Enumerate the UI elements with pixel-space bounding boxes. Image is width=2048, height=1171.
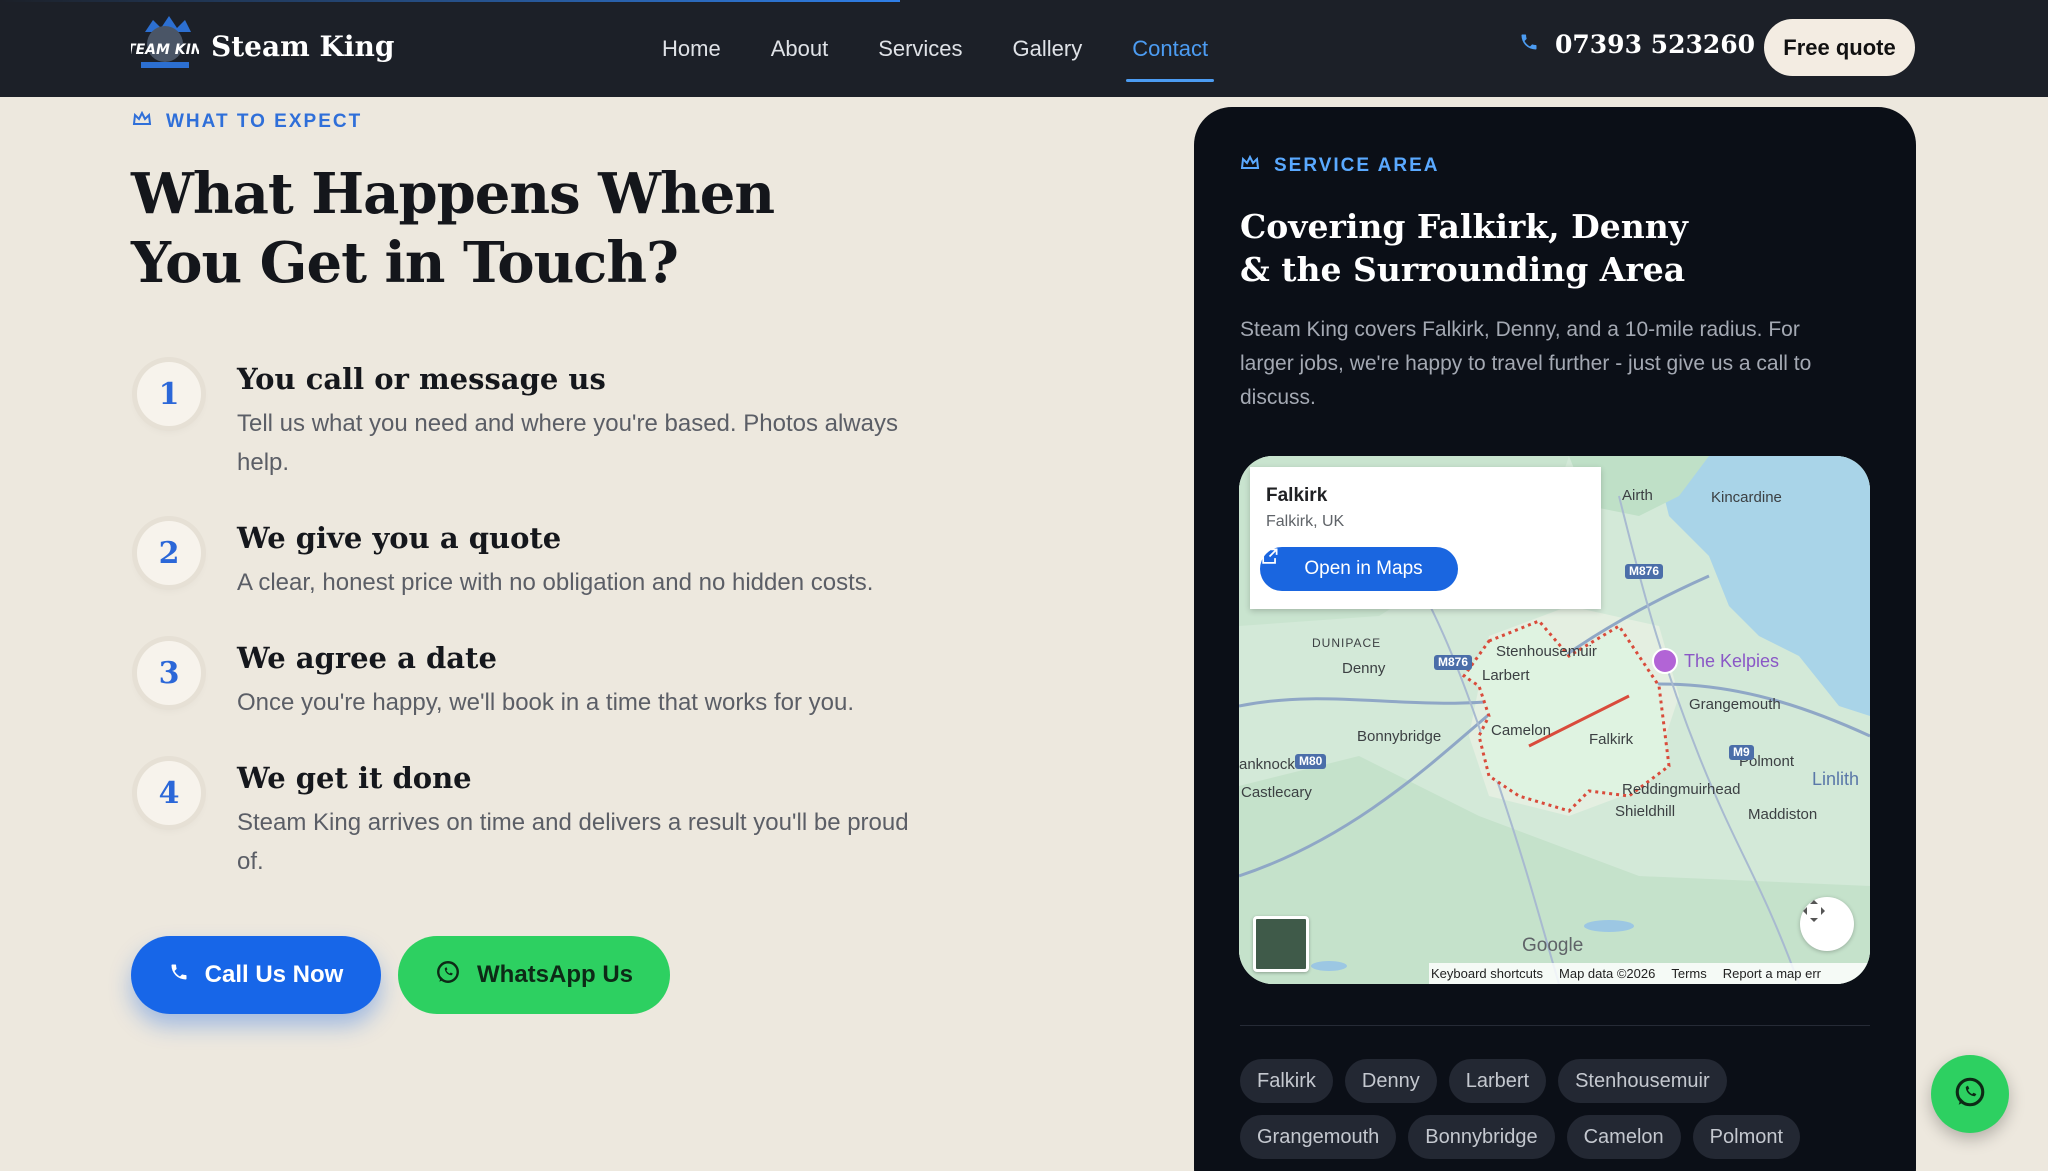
embedded-map[interactable]: Airth Kincardine DUNIPACE Denny Stenhous…: [1239, 456, 1870, 984]
map-label: Reddingmuirhead: [1622, 781, 1741, 798]
steam-king-logo: STEAM KING: [116, 14, 214, 78]
map-label: Shieldhill: [1615, 803, 1676, 820]
keyboard-shortcuts-link[interactable]: Keyboard shortcuts: [1431, 966, 1543, 981]
whatsapp-us-label: WhatsApp Us: [477, 961, 633, 988]
area-chip: Stenhousemuir: [1558, 1059, 1727, 1103]
phone-icon: [1519, 32, 1539, 57]
step-title: We get it done: [237, 761, 472, 795]
service-area-panel: SERVICE AREA Covering Falkirk, Denny & t…: [1194, 107, 1916, 1171]
top-navbar: STEAM KING Steam King Home About Service…: [0, 0, 2048, 97]
nav-link-about[interactable]: About: [771, 36, 829, 62]
service-title-line-1: Covering Falkirk, Denny: [1240, 207, 1688, 246]
call-us-now-button[interactable]: Call Us Now: [131, 936, 381, 1014]
satellite-toggle[interactable]: [1253, 916, 1309, 972]
map-label: anknock: [1239, 756, 1295, 773]
map-label: Airth: [1622, 487, 1653, 504]
map-label: Maddiston: [1748, 806, 1818, 823]
attraction-pin-icon: [1652, 648, 1678, 674]
main-menu: Home About Services Gallery Contact: [662, 0, 1214, 97]
whatsapp-icon: [1953, 1075, 1987, 1114]
nav-link-services[interactable]: Services: [878, 36, 962, 62]
service-area-eyebrow: SERVICE AREA: [1240, 154, 1440, 177]
step-number: 1: [137, 362, 201, 426]
area-chips: Falkirk Denny Larbert Stenhousemuir Gran…: [1240, 1059, 1880, 1159]
step-description: Steam King arrives on time and delivers …: [237, 809, 909, 875]
step-number: 4: [137, 761, 201, 825]
eyebrow-text: WHAT TO EXPECT: [166, 111, 363, 132]
map-attribution: Keyboard shortcuts Map data ©2026 Terms …: [1429, 963, 1870, 984]
eyebrow-text: SERVICE AREA: [1274, 155, 1440, 176]
whatsapp-us-button[interactable]: WhatsApp Us: [398, 936, 670, 1014]
open-in-maps-label: Open in Maps: [1304, 558, 1423, 579]
map-label: Larbert: [1482, 667, 1530, 684]
nav-link-gallery[interactable]: Gallery: [1013, 36, 1083, 62]
logo-text: STEAM KING: [131, 42, 199, 58]
title-line-1: What Happens When: [131, 161, 775, 227]
service-area-description: Steam King covers Falkirk, Denny, and a …: [1240, 318, 1812, 409]
map-label: Camelon: [1491, 722, 1552, 739]
map-label: Grangemouth: [1689, 696, 1781, 713]
whatsapp-floating-button[interactable]: [1931, 1055, 2009, 1133]
area-chip: Larbert: [1448, 1059, 1547, 1103]
step-number: 2: [137, 521, 201, 585]
map-label: DUNIPACE: [1312, 636, 1382, 650]
brand[interactable]: STEAM KING Steam King: [116, 14, 395, 78]
step-description: A clear, honest price with no obligation…: [237, 569, 874, 596]
fullscreen-button[interactable]: [1800, 897, 1854, 951]
map-label: Linlith: [1812, 769, 1860, 789]
map-data-text: Map data ©2026: [1559, 966, 1656, 981]
area-chip: Polmont: [1692, 1115, 1801, 1159]
map-place-title: Falkirk: [1266, 485, 1328, 506]
panel-divider: [1240, 1025, 1870, 1026]
title-line-2: You Get in Touch?: [131, 230, 679, 296]
road-shield: M9: [1729, 745, 1754, 760]
map-label: Kincardine: [1711, 489, 1782, 506]
map-label: Falkirk: [1589, 731, 1634, 748]
road-shield: M876: [1434, 655, 1473, 670]
step-title: We give you a quote: [237, 521, 562, 555]
report-map-error-link[interactable]: Report a map err: [1723, 966, 1821, 981]
area-chip: Bonnybridge: [1408, 1115, 1555, 1159]
phone-link[interactable]: 07393 523260: [1519, 30, 1755, 59]
step-title: You call or message us: [237, 362, 606, 396]
crown-icon: [1240, 154, 1260, 177]
service-title-line-2: & the Surrounding Area: [1240, 250, 1686, 289]
call-us-now-label: Call Us Now: [204, 961, 344, 988]
whatsapp-icon: [435, 959, 461, 992]
service-area-title: Covering Falkirk, Denny & the Surroundin…: [1240, 205, 1740, 291]
phone-number: 07393 523260: [1555, 30, 1756, 59]
nav-link-home[interactable]: Home: [662, 36, 721, 62]
step-title: We agree a date: [237, 641, 497, 675]
poi-label: The Kelpies: [1684, 650, 1780, 671]
brand-name: Steam King: [211, 29, 395, 63]
step-description: Tell us what you need and where you're b…: [237, 410, 898, 476]
phone-icon: [169, 961, 189, 989]
area-chip: Camelon: [1566, 1115, 1681, 1159]
step-description: Once you're happy, we'll book in a time …: [237, 689, 855, 716]
map-label: Stenhousemuir: [1496, 643, 1597, 660]
map-label: Castlecary: [1241, 784, 1312, 801]
map-label: Denny: [1342, 660, 1386, 677]
map-place-subtitle: Falkirk, UK: [1266, 513, 1345, 530]
step-number: 3: [137, 641, 201, 705]
terms-link[interactable]: Terms: [1671, 966, 1706, 981]
nav-link-contact[interactable]: Contact: [1126, 36, 1214, 82]
road-shield: M876: [1625, 564, 1664, 579]
page-title: What Happens When You Get in Touch?: [131, 160, 831, 298]
free-quote-button[interactable]: Free quote: [1764, 19, 1915, 76]
what-to-expect-eyebrow: WHAT TO EXPECT: [132, 110, 363, 133]
google-logo: Google: [1522, 935, 1584, 956]
area-chip: Falkirk: [1240, 1059, 1333, 1103]
map-label: Bonnybridge: [1357, 728, 1442, 745]
crown-icon: [132, 110, 152, 133]
map-place-card: Falkirk Falkirk, UK Open in Maps: [1250, 467, 1601, 609]
road-shield: M80: [1295, 754, 1327, 769]
area-chip: Denny: [1344, 1059, 1437, 1103]
kelpies-poi[interactable]: The Kelpies: [1652, 648, 1779, 674]
area-chip: Grangemouth: [1240, 1115, 1397, 1159]
open-in-maps-button[interactable]: Open in Maps: [1260, 547, 1458, 591]
